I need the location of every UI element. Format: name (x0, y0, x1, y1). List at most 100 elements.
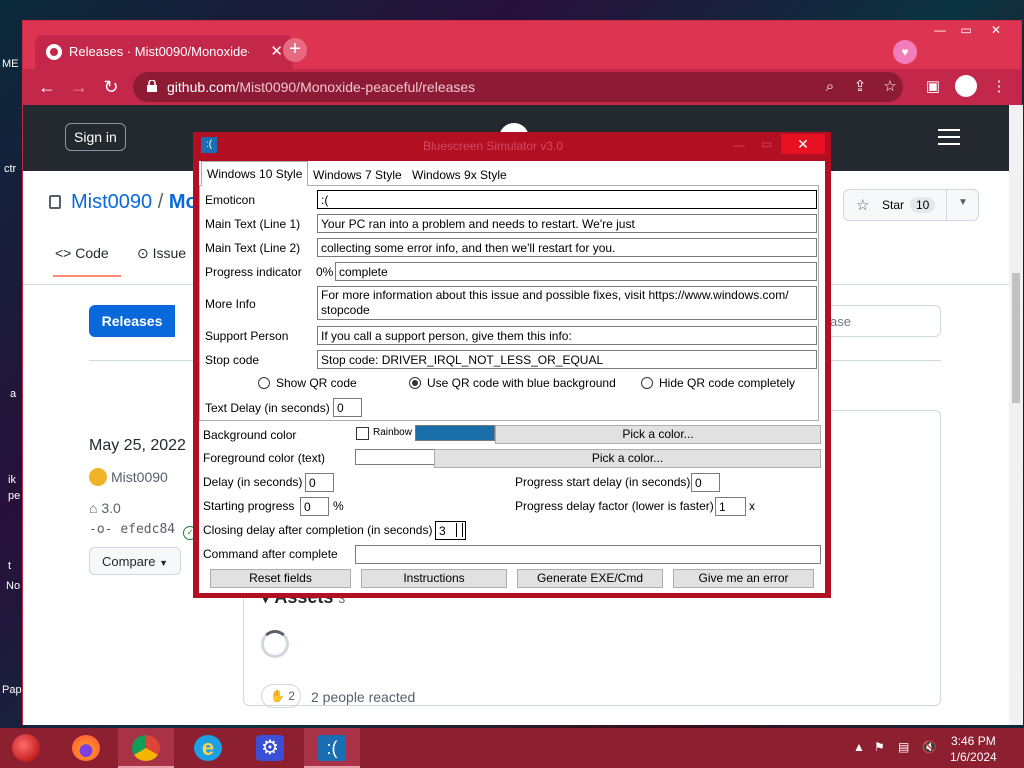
tab-close-icon[interactable]: ✕ (270, 42, 283, 60)
chevron-down-icon: ▼ (159, 558, 169, 568)
flag-icon[interactable]: ⚑ (874, 740, 885, 754)
author-name: Mist0090 (111, 469, 168, 485)
progress-start-delay-field[interactable]: 0 (691, 473, 720, 492)
browser-toolbar: ← → ↻ github.com/Mist0090/Monoxide-peace… (23, 69, 1021, 105)
tab-windows-7[interactable]: Windows 7 Style (309, 165, 406, 185)
desktop-icon-label[interactable]: t (8, 560, 11, 572)
radio-circle-selected (409, 377, 421, 389)
taskbar-bluescreen-sim[interactable]: :( (304, 728, 360, 768)
support-person-field[interactable]: If you call a support person, give them … (317, 326, 817, 345)
star-icon[interactable]: ☆ (881, 78, 899, 96)
page-scrollbar[interactable] (1009, 105, 1023, 725)
issue-icon: ⊙ (137, 245, 149, 261)
volume-muted-icon[interactable]: 🔇 (922, 740, 937, 754)
desktop-icon-label[interactable]: ctr (4, 163, 16, 175)
main-text-2-field[interactable]: collecting some error info, and then we'… (317, 238, 817, 257)
release-author[interactable]: Mist0090 (89, 468, 168, 486)
releases-button[interactable]: Releases (89, 305, 175, 337)
compare-button[interactable]: Compare ▼ (89, 547, 181, 575)
tab-code[interactable]: <> Code (55, 245, 109, 261)
address-bar[interactable]: github.com/Mist0090/Monoxide-peaceful/re… (133, 72, 903, 102)
reset-fields-button[interactable]: Reset fields (210, 569, 351, 588)
star-label: Star (882, 198, 905, 212)
minimize-button[interactable]: — (733, 138, 745, 152)
tab-code-label: Code (75, 245, 109, 261)
tab-windows-10[interactable]: Windows 10 Style (201, 161, 309, 186)
taskbar-ie[interactable]: e (180, 728, 236, 768)
desktop-icon-label[interactable]: No (6, 580, 20, 592)
more-info-field[interactable]: For more information about this issue an… (317, 286, 817, 320)
back-icon[interactable]: ← (35, 75, 59, 99)
forward-icon[interactable]: → (67, 75, 91, 99)
desktop-icon-label[interactable]: ik (8, 474, 16, 486)
tab-issues[interactable]: ⊙ Issue (137, 245, 186, 262)
tab-search-icon[interactable]: ♥ (893, 40, 917, 64)
desktop-icon-label[interactable]: ME (2, 58, 19, 70)
pick-foreground-color-button[interactable]: Pick a color... (434, 449, 821, 468)
chevron-down-icon[interactable]: ▼ (958, 197, 968, 208)
close-dialog-button[interactable]: ✕ (781, 134, 825, 154)
radio-hide-qr[interactable]: Hide QR code completely (641, 376, 795, 390)
taskbar-chrome[interactable] (118, 728, 174, 768)
menu-icon[interactable]: ⋮ (987, 75, 1011, 99)
sidebar-icon[interactable]: ▣ (921, 75, 945, 99)
taskbar-settings[interactable]: ⚙ (242, 728, 298, 768)
desktop-icon-label[interactable]: pe (8, 490, 20, 502)
browser-tab[interactable]: Releases · Mist0090/Monoxide-p ✕ (35, 35, 293, 69)
rainbow-checkbox[interactable] (356, 427, 369, 440)
radio-blue-qr[interactable]: Use QR code with blue background (409, 376, 616, 390)
tray-chevron-icon[interactable]: ▲ (853, 740, 865, 754)
delay-field[interactable]: 0 (305, 473, 334, 492)
search-icon[interactable]: ⌕ (821, 78, 839, 96)
release-tag[interactable]: ⌂ 3.0 (89, 500, 121, 516)
scrollbar-thumb[interactable] (1012, 273, 1020, 403)
start-orb-icon (12, 734, 40, 762)
progress-indicator-label: Progress indicator (205, 265, 302, 279)
desktop-icon-label[interactable]: Pap (2, 684, 22, 696)
progress-delay-factor-field[interactable]: 1 (715, 497, 746, 516)
more-info-label: More Info (205, 297, 256, 311)
hooray-icon: ✋ (270, 689, 285, 703)
release-commit[interactable]: -o- efedc84 ✓ (89, 522, 197, 540)
starting-progress-field[interactable]: 0 (300, 497, 329, 516)
hamburger-menu-icon[interactable] (938, 129, 960, 145)
start-button[interactable] (0, 728, 56, 768)
radio-label: Use QR code with blue background (427, 376, 616, 390)
pick-background-color-button[interactable]: Pick a color... (495, 425, 821, 444)
url-text: github.com/Mist0090/Monoxide-peaceful/re… (167, 79, 475, 95)
reaction-button[interactable]: ✋ 2 (261, 684, 301, 708)
tab-bar: Releases · Mist0090/Monoxide-p ✕ + ♥ — ▭… (23, 21, 1021, 69)
command-after-complete-field[interactable] (355, 545, 821, 564)
maximize-button[interactable]: ▭ (761, 137, 772, 151)
close-window-button[interactable]: ✕ (985, 23, 1007, 39)
radio-show-qr[interactable]: Show QR code (258, 376, 357, 390)
profile-icon[interactable] (955, 75, 977, 97)
desktop-icon-label[interactable]: a (10, 388, 16, 400)
star-button[interactable]: ☆ Star 10 ▼ (843, 189, 979, 221)
starting-progress-label: Starting progress (203, 499, 295, 513)
give-error-button[interactable]: Give me an error (673, 569, 814, 588)
instructions-button[interactable]: Instructions (361, 569, 507, 588)
text-delay-label: Text Delay (in seconds) (205, 401, 330, 415)
sign-in-button[interactable]: Sign in (65, 123, 126, 151)
emoticon-field[interactable]: :( (317, 190, 817, 209)
share-icon[interactable]: ⇪ (851, 78, 869, 96)
generate-exe-button[interactable]: Generate EXE/Cmd (517, 569, 663, 588)
stop-code-field[interactable]: Stop code: DRIVER_IRQL_NOT_LESS_OR_EQUAL (317, 350, 817, 369)
text-delay-field[interactable]: 0 (333, 398, 362, 417)
dialog-titlebar[interactable]: :( Bluescreen Simulator v3.0 — ▭ ✕ (193, 132, 831, 160)
system-clock[interactable]: 3:46 PM 1/6/2024 (950, 733, 997, 765)
new-tab-button[interactable]: + (283, 38, 307, 62)
repo-owner-link[interactable]: Mist0090 (71, 191, 152, 213)
tab-windows-9x[interactable]: Windows 9x Style (408, 165, 511, 185)
release-search-input[interactable]: ase (823, 305, 941, 337)
main-text-1-field[interactable]: Your PC ran into a problem and needs to … (317, 214, 817, 233)
progress-indicator-field[interactable]: complete (335, 262, 817, 281)
network-icon[interactable]: ▤ (898, 740, 909, 754)
taskbar-firefox[interactable] (58, 728, 114, 768)
minimize-button[interactable]: — (929, 23, 951, 39)
tab-issues-label: Issue (152, 245, 187, 261)
maximize-button[interactable]: ▭ (955, 23, 977, 39)
reload-icon[interactable]: ↻ (99, 75, 123, 99)
code-icon: <> (55, 245, 72, 261)
